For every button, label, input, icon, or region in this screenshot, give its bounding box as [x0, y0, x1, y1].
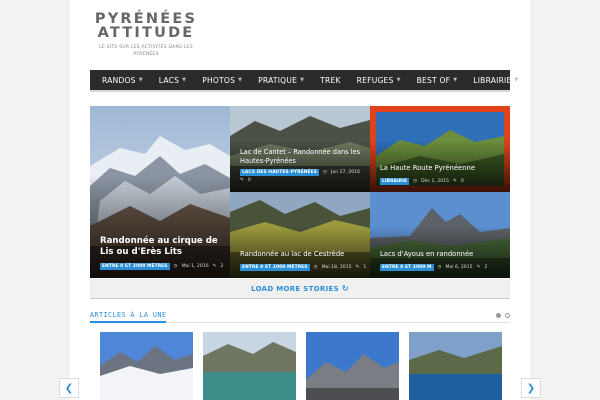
nav-item-librairie[interactable]: LIBRAIRIE ▼: [465, 76, 526, 85]
post-date: Mai 6, 2015: [445, 265, 473, 270]
section-header: ARTICLES À LA UNE: [90, 311, 510, 323]
tile-4-title[interactable]: Lacs d'Ayous en randonnée: [380, 250, 506, 259]
featured-tile-1[interactable]: Lac de Cantet – Randonnée dans les Haute…: [230, 106, 370, 192]
site-logo[interactable]: PYRÉNÉES ATTITUDE LE SITE SUR LES ACTIVI…: [94, 12, 198, 58]
load-more-button[interactable]: LOAD MORE STORIES ↻: [90, 279, 510, 299]
post-date: Jan 27, 2016: [331, 170, 361, 175]
nav-label: BEST OF: [416, 75, 451, 85]
caret-down-icon: ▼: [396, 77, 401, 83]
comment-count: 0: [460, 179, 464, 184]
section-title: ARTICLES À LA UNE: [90, 311, 167, 323]
nav-label: TREK: [320, 75, 341, 85]
main-nav: RANDOS ▼ LACS ▼ PHOTOS ▼ PRATIQUE ▼ TREK REF…: [90, 70, 518, 92]
clock-icon: ◷: [313, 265, 318, 270]
caret-down-icon: ▼: [238, 77, 243, 83]
featured-tile-4[interactable]: Lacs d'Ayous en randonnée ENTRE 0 ET 200…: [370, 192, 510, 278]
clock-icon: ◷: [323, 170, 328, 175]
refresh-icon: ↻: [341, 284, 349, 293]
featured-tile-3[interactable]: Randonnée au lac de Cestrède ENTRE 0 ET …: [230, 192, 370, 278]
nav-label: PHOTOS: [202, 75, 236, 85]
comment-count: 2: [220, 264, 224, 269]
post-date: Mai 18, 2015: [321, 265, 352, 270]
nav-item-pratique[interactable]: PRATIQUE ▼: [250, 76, 312, 85]
caret-down-icon: ▼: [300, 77, 305, 83]
featured-grid: Randonnée au cirque de Lis ou d'Erès Lit…: [90, 106, 510, 278]
lake-green-image: [203, 332, 296, 400]
nav-item-lacs[interactable]: LACS ▼: [151, 76, 194, 85]
pager-dot[interactable]: [505, 313, 510, 318]
load-more-label: LOAD MORE STORIES: [251, 284, 339, 293]
logo-title-line1: PYRÉNÉES: [94, 11, 198, 27]
category-badge[interactable]: LACS DES HAUTES-PYRÉNÉES: [240, 169, 320, 176]
featured-tile-big[interactable]: Randonnée au cirque de Lis ou d'Erès Lit…: [90, 106, 230, 278]
site-tagline: LE SITE SUR LES ACTIVITÉS DANS LES PYRÉN…: [99, 45, 193, 57]
carousel-next-button[interactable]: ❯: [521, 378, 541, 398]
featured-tile-2[interactable]: La Haute Route Pyrénéenne LIBRAIRIE ◷ Dé…: [370, 106, 510, 192]
featured-big-title[interactable]: Randonnée au cirque de Lis ou d'Erès Lit…: [100, 236, 224, 258]
caret-down-icon: ▼: [514, 77, 519, 83]
article-thumb-3[interactable]: [306, 332, 399, 400]
nav-label: LACS: [158, 75, 180, 85]
nav-item-randos[interactable]: RANDOS ▼: [94, 76, 151, 85]
article-thumb-4[interactable]: [409, 332, 502, 400]
clock-icon: ◷: [413, 179, 418, 184]
rocky-peaks-image: [306, 332, 399, 400]
category-badge[interactable]: ENTRE 0 ET 2000 MÈTRES: [100, 263, 170, 270]
clock-icon: ◷: [173, 264, 178, 269]
article-thumb-2[interactable]: [203, 332, 296, 400]
comment-icon: ✎: [453, 179, 457, 184]
nav-label: REFUGES: [356, 75, 394, 85]
comment-count: 2: [484, 265, 488, 270]
carousel-prev-button[interactable]: ❮: [59, 378, 79, 398]
logo-title-line2: ATTITUDE: [97, 25, 195, 41]
comment-count: 0: [247, 178, 251, 183]
post-date: Mai 1, 2016: [181, 264, 209, 269]
pager-dot-active[interactable]: [496, 313, 501, 318]
comment-icon: ✎: [355, 265, 360, 270]
carousel-pager: [496, 313, 510, 318]
nav-label: PRATIQUE: [258, 75, 298, 85]
comment-icon: ✎: [476, 265, 481, 270]
tile-1-title[interactable]: Lac de Cantet – Randonnée dans les Haute…: [240, 148, 366, 165]
nav-item-trek[interactable]: TREK: [312, 76, 349, 85]
tile-3-title[interactable]: Randonnée au lac de Cestrède: [240, 250, 366, 259]
article-thumb-1[interactable]: [100, 332, 193, 400]
comment-count: 1: [363, 265, 367, 270]
comment-icon: ✎: [212, 264, 217, 269]
clock-icon: ◷: [437, 265, 442, 270]
nav-item-best-of[interactable]: BEST OF ▼: [409, 76, 466, 85]
caret-down-icon: ▼: [453, 77, 458, 83]
snow-hikers-image: [100, 332, 193, 400]
category-badge[interactable]: LIBRAIRIE: [380, 178, 410, 185]
nav-label: LIBRAIRIE: [473, 75, 512, 85]
tile-2-title[interactable]: La Haute Route Pyrénéenne: [380, 164, 506, 173]
articles-carousel: [90, 332, 510, 400]
chevron-right-icon: ❯: [526, 382, 536, 394]
category-badge[interactable]: ENTRE 0 ET 2000 MÈTRES: [240, 264, 310, 271]
reservoir-image: [409, 332, 502, 400]
nav-item-photos[interactable]: PHOTOS ▼: [194, 76, 250, 85]
nav-item-refuges[interactable]: REFUGES ▼: [349, 76, 409, 85]
page-container: PYRÉNÉES ATTITUDE LE SITE SUR LES ACTIVI…: [70, 0, 530, 400]
comment-icon: ✎: [240, 178, 244, 183]
caret-down-icon: ▼: [138, 77, 143, 83]
category-badge[interactable]: ENTRE 0 ET 2000 M: [380, 264, 434, 271]
chevron-left-icon: ❮: [64, 382, 74, 394]
nav-label: RANDOS: [102, 75, 136, 85]
caret-down-icon: ▼: [182, 77, 187, 83]
post-date: Déc 1, 2015: [421, 179, 450, 184]
